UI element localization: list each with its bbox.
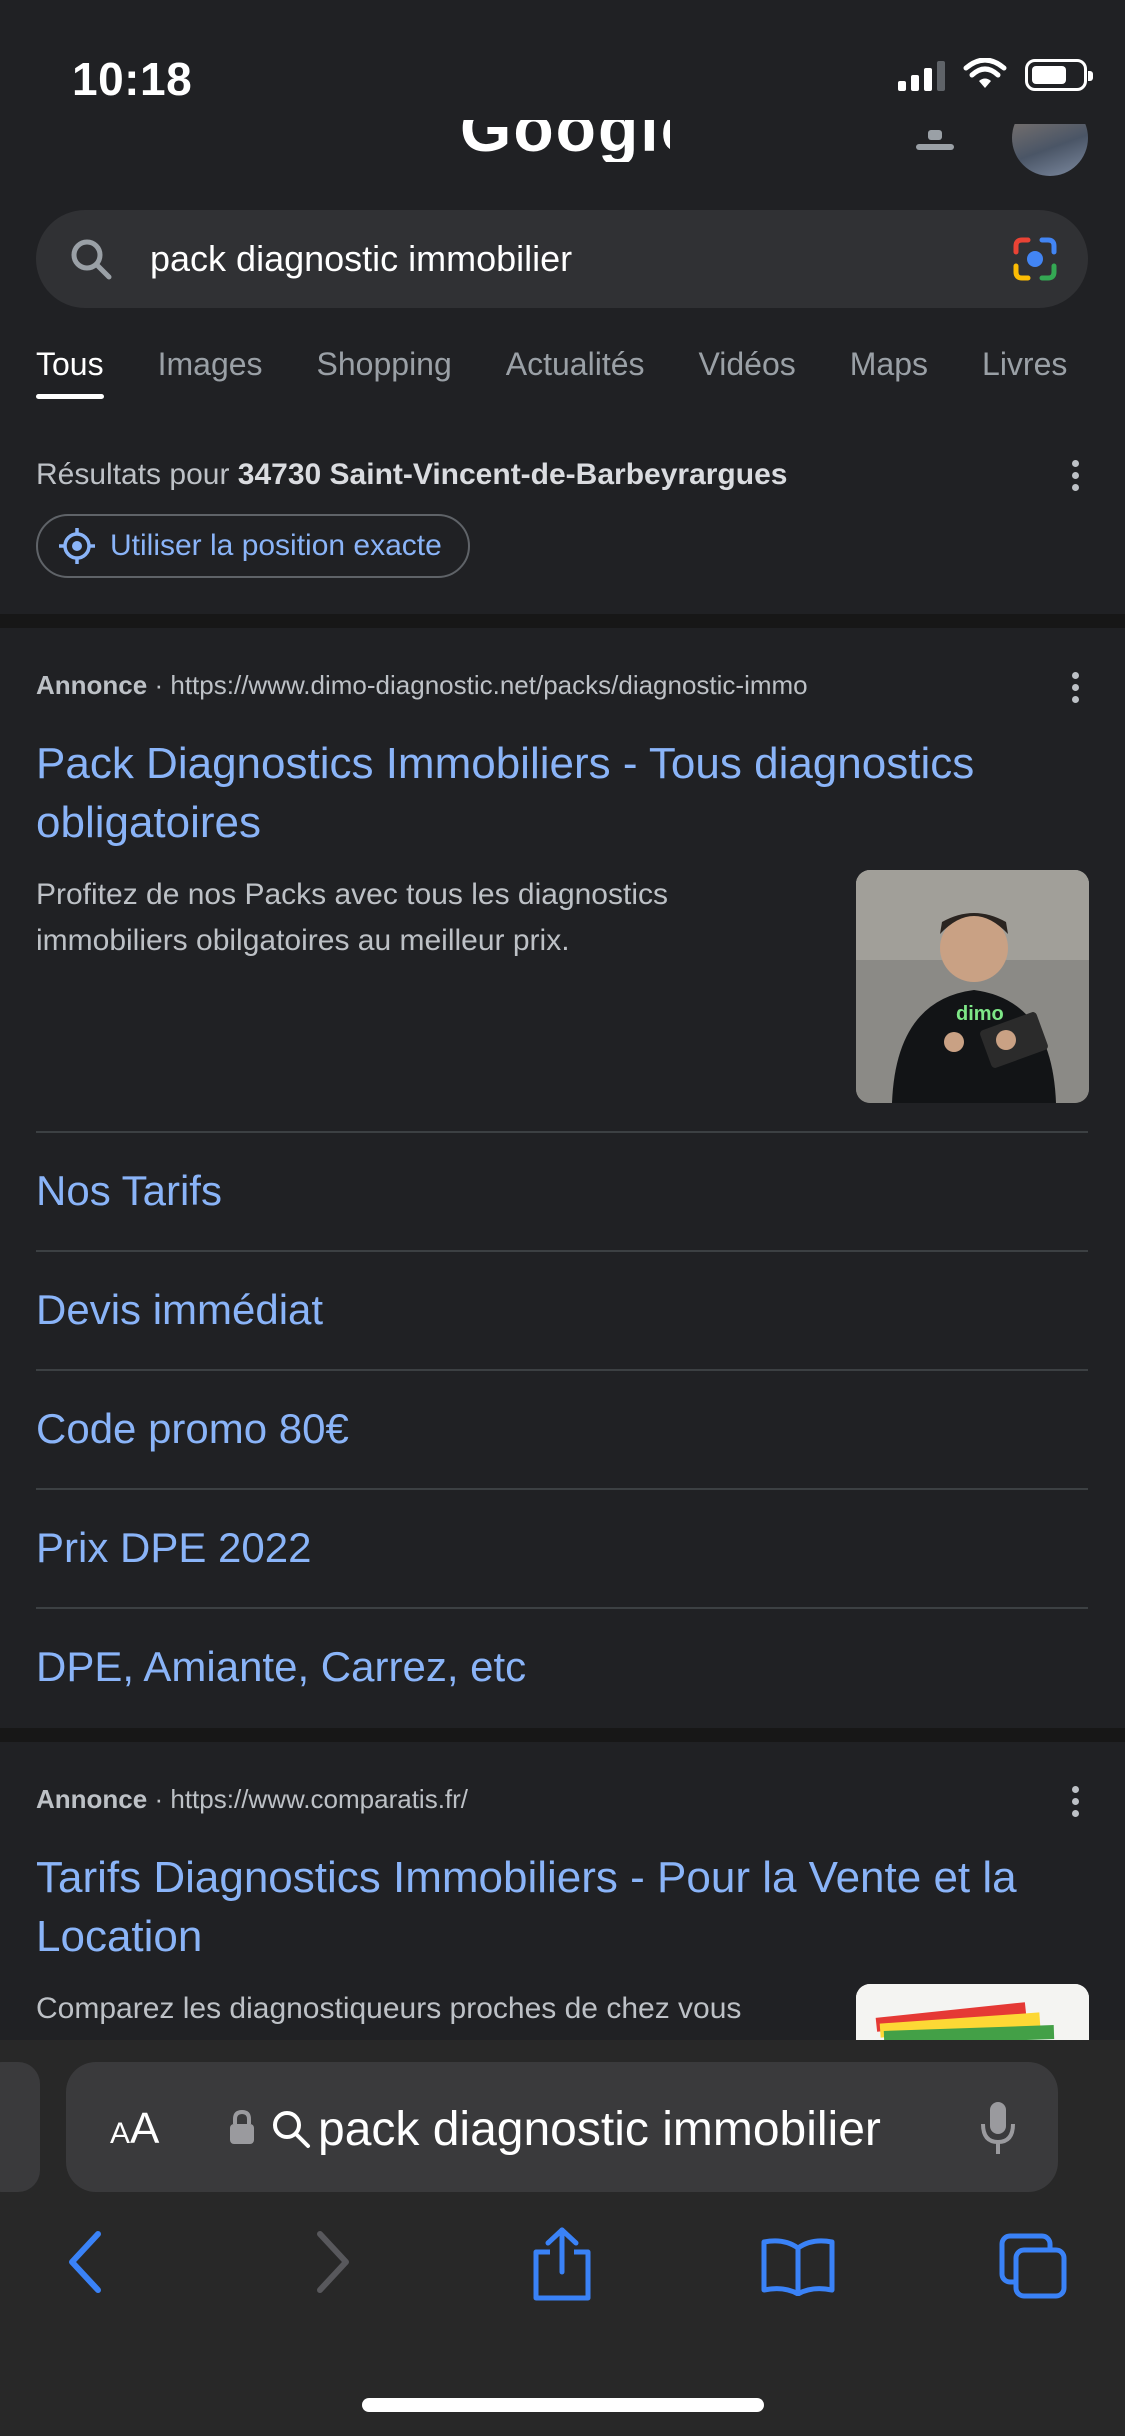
tab-maps[interactable]: Maps [850, 346, 928, 406]
search-icon [71, 239, 112, 280]
tab-shopping[interactable]: Shopping [317, 346, 452, 406]
ad-label: Annonce [36, 1784, 148, 1814]
back-icon[interactable] [66, 2230, 106, 2294]
search-tabs: Tous Images Shopping Actualités Vidéos M… [36, 346, 1067, 406]
location-prefix: Résultats pour [36, 458, 238, 491]
ad-more-options-icon[interactable] [1071, 672, 1079, 703]
search-icon [273, 2111, 310, 2148]
ad-thumbnail[interactable] [856, 1984, 1089, 2044]
status-icons [898, 58, 1093, 92]
forward-icon[interactable] [312, 2230, 352, 2294]
ad-description: Comparez les diagnostiqueurs proches de … [36, 1992, 742, 2025]
ad-meta: Annonce · https://www.dimo-diagnostic.ne… [36, 670, 808, 701]
battery-icon [1025, 59, 1093, 91]
use-exact-location-label: Utiliser la position exacte [110, 529, 442, 562]
share-icon[interactable] [530, 2226, 594, 2302]
pencils-image [856, 1984, 1089, 2044]
search-bar[interactable]: pack diagnostic immobilier [36, 210, 1088, 308]
cellular-signal-icon [898, 59, 945, 91]
google-logo[interactable]: Google [460, 120, 670, 162]
previous-tab-preview[interactable] [0, 2062, 40, 2192]
location-place: 34730 Saint-Vincent-de-Barbeyrargues [237, 458, 788, 491]
section-divider [0, 1728, 1125, 1742]
ad-url[interactable]: https://www.comparatis.fr/ [170, 1784, 468, 1814]
status-time: 10:18 [72, 53, 193, 105]
sitelink-dpe-amiante[interactable]: DPE, Amiante, Carrez, etc [36, 1607, 1088, 1726]
aa-big: A [130, 2104, 160, 2153]
labs-icon[interactable] [912, 130, 958, 160]
aa-small: A [110, 2117, 131, 2150]
lock-icon [230, 2109, 254, 2144]
ad-image-text: dimo [956, 1003, 1004, 1025]
address-bar[interactable]: AA pack diagnostic immobilier [66, 2062, 1058, 2192]
search-input[interactable]: pack diagnostic immobilier [150, 238, 572, 280]
section-divider [0, 614, 1125, 628]
location-results-text: Résultats pour 34730 Saint-Vincent-de-Ba… [36, 458, 787, 492]
ad-title-link[interactable]: Pack Diagnostics Immobiliers - Tous diag… [36, 734, 1036, 852]
microphone-icon[interactable] [978, 2100, 1018, 2156]
bookmarks-icon[interactable] [760, 2236, 836, 2296]
person-photo: dimo [856, 870, 1089, 1103]
ad-thumbnail[interactable]: dimo [856, 870, 1089, 1103]
ad-title-link[interactable]: Tarifs Diagnostics Immobiliers - Pour la… [36, 1848, 1036, 1966]
reader-options-button[interactable]: AA [110, 2104, 159, 2154]
sitelink-nos-tarifs[interactable]: Nos Tarifs [36, 1131, 1088, 1250]
ad-description: Profitez de nos Packs avec tous les diag… [36, 878, 668, 957]
tabs-icon[interactable] [998, 2232, 1070, 2300]
google-lens-icon[interactable] [1012, 236, 1058, 282]
location-target-icon [59, 528, 95, 564]
avatar[interactable] [1012, 124, 1088, 176]
ad-more-options-icon[interactable] [1071, 1786, 1079, 1817]
meta-separator: · [154, 670, 164, 700]
tab-images[interactable]: Images [158, 346, 263, 406]
wifi-icon [963, 58, 1007, 88]
tab-livres[interactable]: Livres [982, 346, 1067, 406]
address-text[interactable]: pack diagnostic immobilier [318, 2102, 881, 2157]
meta-separator: · [154, 1784, 164, 1814]
more-options-icon[interactable] [1071, 460, 1079, 491]
ad-url[interactable]: https://www.dimo-diagnostic.net/packs/di… [170, 670, 807, 700]
tab-tous[interactable]: Tous [36, 346, 104, 406]
home-indicator[interactable] [362, 2398, 764, 2412]
ad-meta: Annonce · https://www.comparatis.fr/ [36, 1784, 468, 1815]
use-exact-location-button[interactable]: Utiliser la position exacte [36, 514, 470, 578]
sitelink-code-promo[interactable]: Code promo 80€ [36, 1369, 1088, 1488]
ad-label: Annonce [36, 670, 148, 700]
tab-actualites[interactable]: Actualités [506, 346, 645, 406]
sitelink-devis-immediat[interactable]: Devis immédiat [36, 1250, 1088, 1369]
tab-videos[interactable]: Vidéos [699, 346, 796, 406]
sitelink-prix-dpe[interactable]: Prix DPE 2022 [36, 1488, 1088, 1607]
